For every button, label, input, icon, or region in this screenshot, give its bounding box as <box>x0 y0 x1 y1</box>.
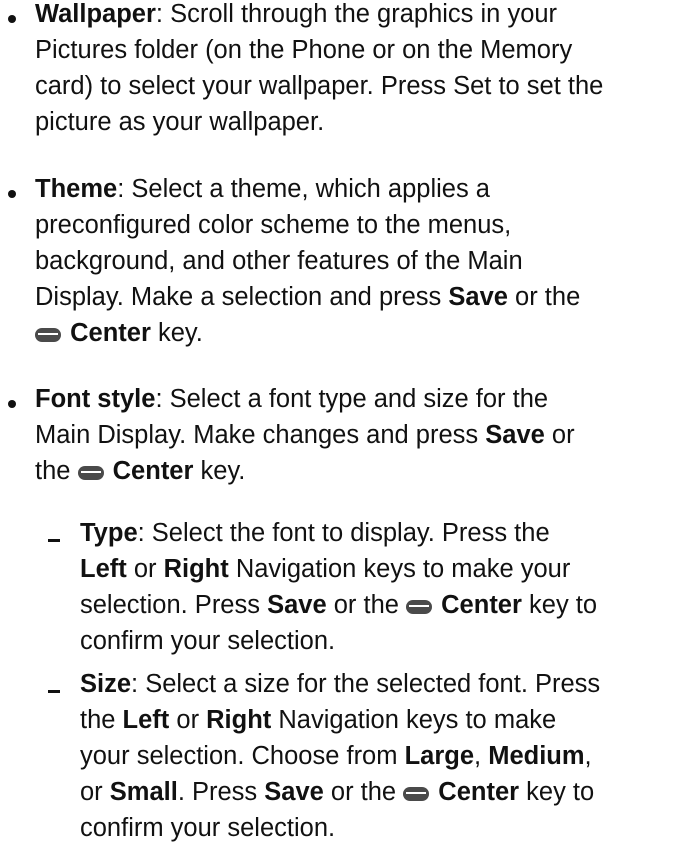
term-theme: Theme <box>35 175 118 203</box>
center-key-icon <box>77 466 104 480</box>
bullet-icon <box>8 15 16 23</box>
list-item-theme: Theme: Select a theme, which applies a p… <box>35 175 581 347</box>
sub-item-type: Type: Select the font to display. Press … <box>80 519 598 655</box>
center-key-icon <box>406 600 433 614</box>
bullet-icon <box>8 190 16 198</box>
sub-item-size: Size: Select a size for the selected fon… <box>80 670 601 842</box>
dash-bullet-icon <box>48 539 60 542</box>
list-item-wallpaper: Wallpaper: Scroll through the graphics i… <box>35 0 604 136</box>
bullet-icon <box>8 400 16 408</box>
term-size: Size <box>80 670 132 698</box>
document-page: Wallpaper: Scroll through the graphics i… <box>0 0 679 846</box>
center-key-icon <box>403 787 430 801</box>
term-wallpaper: Wallpaper <box>35 0 156 28</box>
term-type: Type <box>80 519 138 547</box>
dash-bullet-icon <box>48 690 60 693</box>
term-font-style: Font style <box>35 385 156 413</box>
list-item-font-style: Font style: Select a font type and size … <box>35 385 575 485</box>
center-key-icon <box>35 328 61 342</box>
